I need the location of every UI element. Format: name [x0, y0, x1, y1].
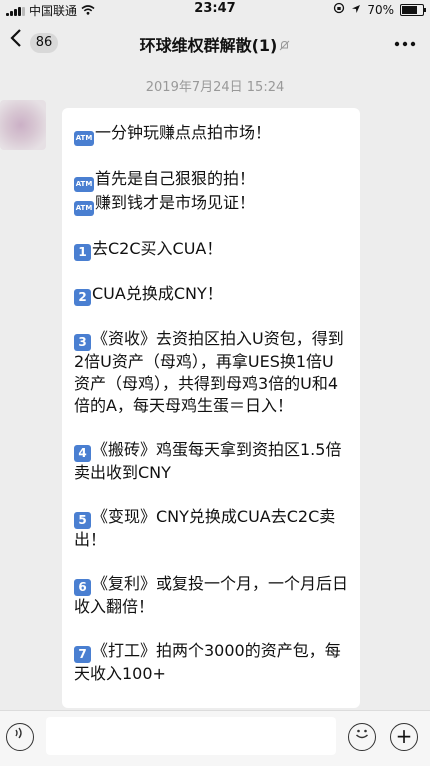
message-paragraph: 6 《复利》或复投一个月，一个月后日收入翻倍！ [74, 573, 348, 618]
message-line: 4 《搬砖》鸡蛋每天拿到资拍区1.5倍卖出收到CNY [74, 439, 348, 484]
nav-bar: 86 环球维权群解散(1) [0, 20, 430, 64]
keycap-number-icon: 6 [74, 579, 91, 596]
message-line-text: 一分钟玩赚点点拍市场！ [95, 123, 272, 142]
chat-title-text: 环球维权群解散(1) [139, 36, 278, 55]
atm-emoji-icon: ATM [74, 201, 94, 216]
message-line: 1 去C2C买入CUA！ [74, 238, 348, 261]
more-icon[interactable] [394, 28, 416, 53]
emoji-icon[interactable] [348, 723, 376, 751]
status-bar: 中国联通 23:47 70% [0, 0, 430, 18]
message-paragraph: 1 去C2C买入CUA！ [74, 238, 348, 261]
message-timestamp: 2019年7月24日 15:24 [145, 80, 285, 95]
message-line-text: 《变现》CNY兑换成CUA去C2C卖出！ [74, 507, 336, 549]
message-line-text: 《搬砖》鸡蛋每天拿到资拍区1.5倍卖出收到CNY [74, 440, 342, 482]
message-line: ATM 首先是自己狠狠的拍！ [74, 168, 348, 192]
keycap-number-icon: 1 [74, 244, 91, 261]
message-line: 2 CUA兑换成CNY！ [74, 283, 348, 306]
message-line: 6 《复利》或复投一个月，一个月后日收入翻倍！ [74, 573, 348, 618]
keycap-number-icon: 7 [74, 646, 91, 663]
voice-icon[interactable] [6, 723, 34, 751]
input-bar: + [0, 710, 430, 766]
message-paragraph: 2 CUA兑换成CNY！ [74, 283, 348, 306]
keycap-number-icon: 3 [74, 334, 91, 351]
atm-emoji-icon: ATM [74, 177, 94, 192]
atm-emoji-icon: ATM [74, 131, 94, 146]
avatar[interactable] [0, 100, 46, 150]
message-line: 7 《打工》拍两个3000的资产包，每天收入100+ [74, 640, 348, 685]
message-line-text: 去C2C买入CUA！ [92, 239, 223, 258]
message-line-text: 《打工》拍两个3000的资产包，每天收入100+ [74, 641, 341, 683]
bell-muted-icon [279, 40, 290, 54]
location-icon [351, 3, 361, 17]
message-line-text: CUA兑换成CNY！ [92, 284, 223, 303]
message-bubble[interactable]: ATM 一分钟玩赚点点拍市场！ ATM 首先是自己狠狠的拍！ ATM 赚到钱才是市场见证！… [62, 108, 360, 708]
message-line: 5 《变现》CNY兑换成CUA去C2C卖出！ [74, 506, 348, 551]
message-paragraph: 5 《变现》CNY兑换成CUA去C2C卖出！ [74, 506, 348, 551]
plus-icon[interactable]: + [390, 723, 418, 751]
message-paragraph: ATM 一分钟玩赚点点拍市场！ [74, 122, 348, 146]
message-line-text: 《复利》或复投一个月，一个月后日收入翻倍！ [74, 574, 349, 616]
keycap-number-icon: 2 [74, 289, 91, 306]
chat-title: 环球维权群解散(1) [0, 32, 430, 56]
keycap-number-icon: 4 [74, 445, 91, 462]
keycap-number-icon: 5 [74, 512, 91, 529]
message-line-text: 首先是自己狠狠的拍！ [95, 169, 256, 188]
lock-rotation-icon [333, 2, 345, 17]
battery-icon [400, 3, 426, 16]
message-text: ATM 一分钟玩赚点点拍市场！ ATM 首先是自己狠狠的拍！ ATM 赚到钱才是市场见证！… [74, 122, 348, 685]
battery-percent: 70% [367, 2, 394, 17]
message-paragraph: 4 《搬砖》鸡蛋每天拿到资拍区1.5倍卖出收到CNY [74, 439, 348, 484]
message-line-text: 《资收》去资拍区拍入U资包，得到2倍U资产（母鸡），再拿UES换1倍U资产（母鸡… [74, 329, 344, 415]
message-input[interactable] [46, 717, 336, 755]
message-paragraph: 3 《资收》去资拍区拍入U资包，得到2倍U资产（母鸡），再拿UES换1倍U资产（母… [74, 328, 348, 417]
status-right: 70% [333, 2, 426, 17]
message-paragraph: 7 《打工》拍两个3000的资产包，每天收入100+ [74, 640, 348, 685]
message-line: ATM 赚到钱才是市场见证！ [74, 192, 348, 216]
message-line: 3 《资收》去资拍区拍入U资包，得到2倍U资产（母鸡），再拿UES换1倍U资产（母… [74, 328, 348, 417]
message-paragraph: ATM 首先是自己狠狠的拍！ ATM 赚到钱才是市场见证！ [74, 168, 348, 216]
message-line: ATM 一分钟玩赚点点拍市场！ [74, 122, 348, 146]
message-line-text: 赚到钱才是市场见证！ [95, 193, 256, 212]
